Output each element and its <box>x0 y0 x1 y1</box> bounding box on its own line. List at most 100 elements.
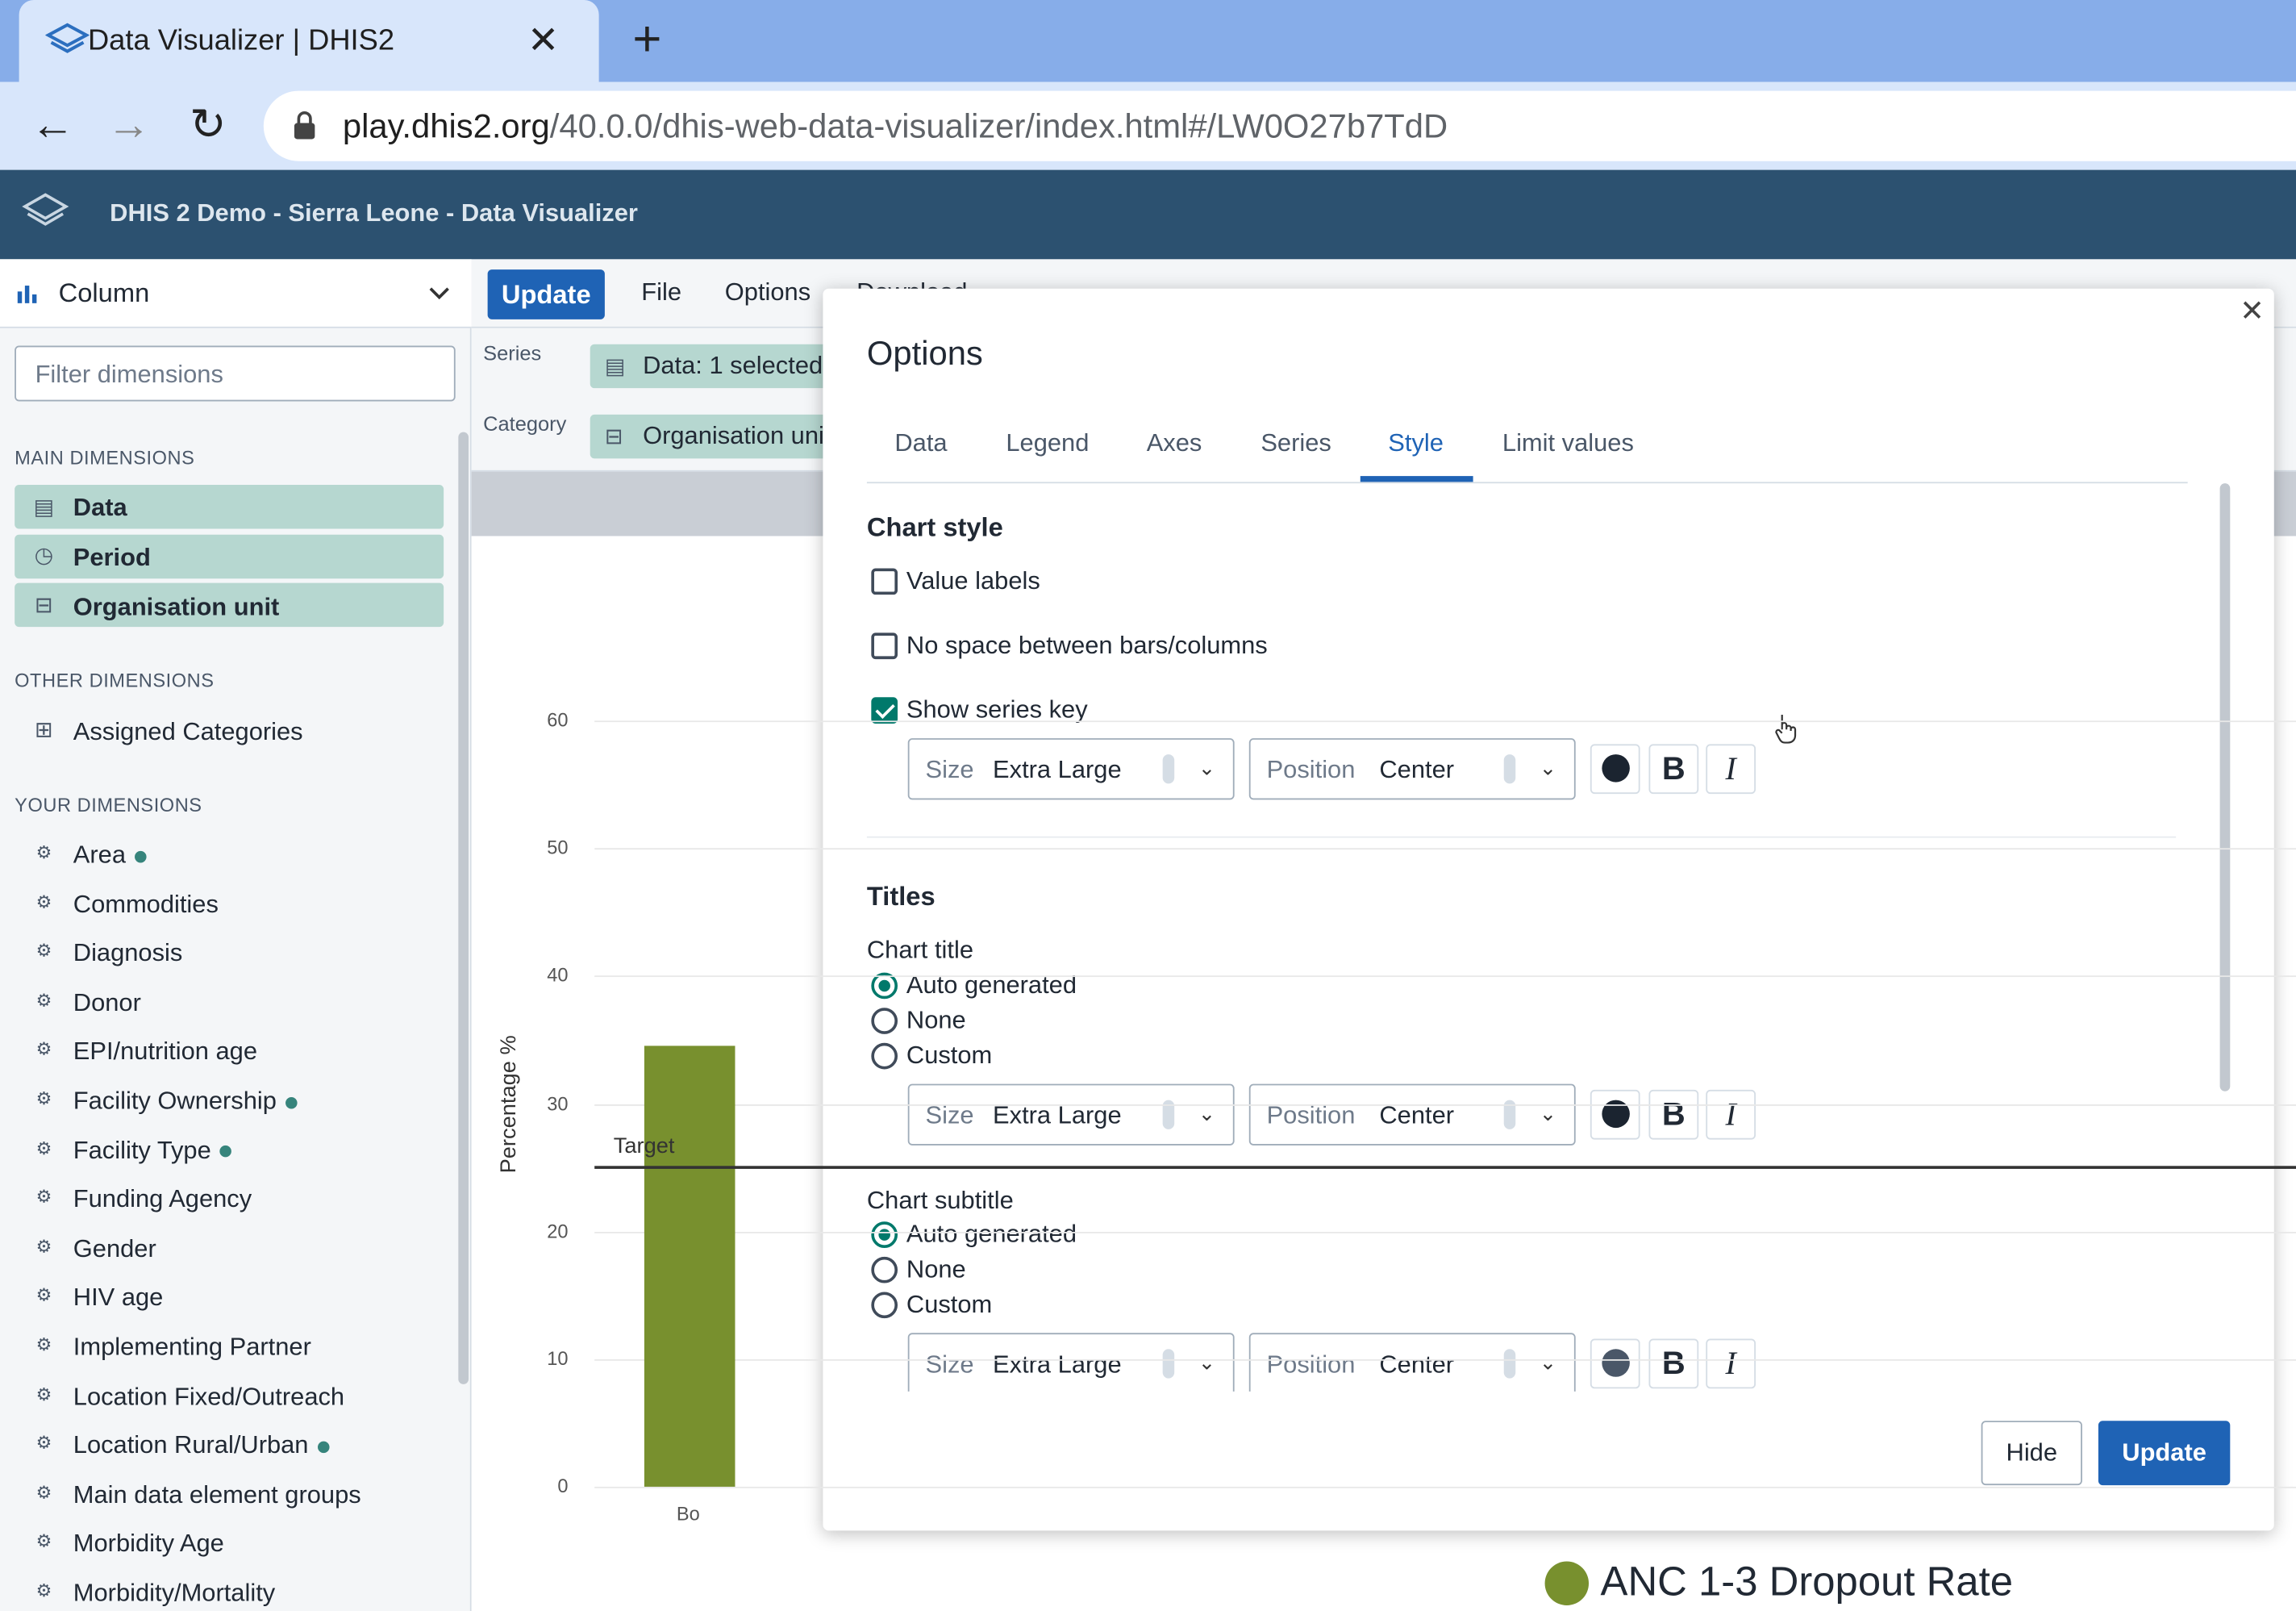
hide-button[interactable]: Hide <box>1981 1421 2082 1486</box>
chart-title-bold-button[interactable]: B <box>1648 1089 1699 1140</box>
file-menu[interactable]: File <box>641 278 681 307</box>
org-unit-chip-icon: ⊟ <box>604 424 623 450</box>
reload-icon[interactable]: ↻ <box>179 97 238 156</box>
active-indicator-dot <box>219 1146 232 1158</box>
chart-subtitle-position-select[interactable]: Position Center ⌄ <box>1248 1333 1576 1392</box>
chevron-down-icon: ⌄ <box>1198 755 1216 779</box>
browser-tab-title: Data Visualizer | DHIS2 <box>87 24 395 57</box>
chart-title-italic-button[interactable]: I <box>1706 1089 1756 1140</box>
options-menu[interactable]: Options <box>725 278 810 307</box>
size-label: Size <box>925 1101 974 1129</box>
tab-series[interactable]: Series <box>1261 429 1331 458</box>
chart-subtitle-custom-radio[interactable] <box>871 1292 898 1319</box>
chevron-down-icon: ⌄ <box>1198 1350 1216 1375</box>
chart-title-custom-radio[interactable] <box>871 1042 898 1070</box>
your-dimension-item[interactable]: Area <box>73 841 147 870</box>
modal-scrollbar[interactable] <box>2219 483 2231 1091</box>
your-dimension-item[interactable]: Commodities <box>73 890 219 919</box>
target-line-label: Target <box>613 1133 675 1159</box>
url-text[interactable]: play.dhis2.org/40.0.0/dhis-web-data-visu… <box>343 107 1448 147</box>
chart-title-custom-label[interactable]: Custom <box>906 1041 992 1071</box>
tab-close-icon[interactable]: ✕ <box>524 18 562 63</box>
new-tab-icon[interactable]: + <box>632 12 661 69</box>
your-dimension-item[interactable]: Diagnosis <box>73 939 183 968</box>
your-dimension-item[interactable]: Funding Agency <box>73 1185 252 1214</box>
position-label: Position <box>1266 755 1356 784</box>
value-labels-label[interactable]: Value labels <box>906 567 1040 596</box>
your-dimension-item[interactable]: Donor <box>73 988 141 1017</box>
forward-icon[interactable]: → <box>99 97 158 156</box>
chart-title-size-select[interactable]: Size Extra Large ⌄ <box>907 1083 1235 1146</box>
position-value: Center <box>1379 1350 1455 1379</box>
titles-heading: Titles <box>866 882 935 912</box>
chart-bar[interactable] <box>644 1045 735 1487</box>
back-icon[interactable]: ← <box>23 97 82 156</box>
chart-subtitle-none-radio[interactable] <box>871 1256 898 1283</box>
no-space-checkbox[interactable] <box>871 632 898 660</box>
chart-title-none-label[interactable]: None <box>906 1006 966 1035</box>
gridline <box>594 1104 2296 1105</box>
chart-subtitle-custom-label[interactable]: Custom <box>906 1291 992 1320</box>
chart-subtitle-size-select[interactable]: Size Extra Large ⌄ <box>907 1333 1235 1392</box>
chart-title-position-select[interactable]: Position Center ⌄ <box>1248 1083 1576 1146</box>
chart-title-color-button[interactable] <box>1590 1089 1640 1140</box>
no-space-label[interactable]: No space between bars/columns <box>906 632 1268 661</box>
position-label: Position <box>1266 1101 1356 1129</box>
sidebar-scrollbar[interactable] <box>458 432 469 1384</box>
chart-subtitle-bold-button[interactable]: B <box>1648 1338 1699 1389</box>
your-dimension-item[interactable]: Morbidity/Mortality <box>73 1579 275 1608</box>
dimension-assigned-categories[interactable]: Assigned Categories <box>73 718 303 747</box>
dimension-icon: ⚙ <box>35 1285 52 1306</box>
update-button-toolbar[interactable]: Update <box>487 269 605 319</box>
chevron-down-icon[interactable] <box>427 286 451 300</box>
your-dimension-item[interactable]: Morbidity Age <box>73 1530 224 1559</box>
close-icon[interactable]: ✕ <box>2237 293 2266 329</box>
series-key-size-select[interactable]: Size Extra Large ⌄ <box>907 738 1235 800</box>
tab-data[interactable]: Data <box>894 429 947 458</box>
update-button[interactable]: Update <box>2098 1421 2231 1486</box>
chart-subtitle-italic-button[interactable]: I <box>1706 1338 1756 1389</box>
your-dimension-item[interactable]: Facility Ownership <box>73 1087 298 1116</box>
your-dimension-item[interactable]: Implementing Partner <box>73 1333 311 1362</box>
your-dimension-item[interactable]: Location Rural/Urban <box>73 1431 329 1460</box>
show-series-key-checkbox[interactable] <box>871 697 898 724</box>
your-dimension-item[interactable]: EPI/nutrition age <box>73 1037 257 1066</box>
chart-title-label: Chart title <box>866 936 973 964</box>
active-tab-indicator <box>1360 476 1473 482</box>
color-swatch-icon <box>1601 754 1629 783</box>
series-key-color-button[interactable] <box>1590 744 1640 795</box>
series-key-bold-button[interactable]: B <box>1648 744 1699 795</box>
dhis2-home-icon[interactable] <box>20 190 70 237</box>
your-dimension-item[interactable]: Facility Type <box>73 1136 232 1165</box>
url-host: play.dhis2.org <box>342 106 550 145</box>
legend-label[interactable]: ANC 1-3 Dropout Rate <box>1601 1559 2013 1605</box>
gridline <box>594 1231 2296 1233</box>
visualization-type-label: Column <box>58 278 150 308</box>
gridline <box>594 975 2296 978</box>
color-swatch-icon <box>1601 1349 1629 1378</box>
category-axis-label: Category <box>483 411 567 436</box>
tab-style[interactable]: Style <box>1388 429 1444 458</box>
size-label: Size <box>925 1350 974 1379</box>
dimension-icon: ⚙ <box>35 891 52 912</box>
your-dimension-item[interactable]: Location Fixed/Outreach <box>73 1382 344 1411</box>
chart-subtitle-auto-label[interactable]: Auto generated <box>906 1220 1077 1249</box>
tab-axes[interactable]: Axes <box>1147 429 1202 458</box>
y-axis-title: Percentage % <box>496 1035 522 1174</box>
your-dimension-item[interactable]: HIV age <box>73 1283 164 1313</box>
lock-icon[interactable] <box>291 110 318 142</box>
your-dimension-item[interactable]: Gender <box>73 1234 156 1263</box>
value-labels-checkbox[interactable] <box>871 568 898 595</box>
chart-subtitle-color-button[interactable] <box>1590 1338 1640 1389</box>
series-key-position-select[interactable]: Position Center ⌄ <box>1248 738 1576 800</box>
chart-subtitle-auto-radio[interactable] <box>871 1221 898 1248</box>
tab-legend[interactable]: Legend <box>1006 429 1089 458</box>
dimension-icon: ⚙ <box>35 1482 52 1503</box>
position-value: Center <box>1379 1101 1455 1129</box>
chart-title-none-radio[interactable] <box>871 1008 898 1034</box>
chart-subtitle-none-label[interactable]: None <box>906 1255 966 1284</box>
y-tick-label: 10 <box>547 1347 569 1370</box>
series-key-italic-button[interactable]: I <box>1706 744 1756 795</box>
your-dimension-item[interactable]: Main data element groups <box>73 1480 361 1509</box>
tab-limit-values[interactable]: Limit values <box>1502 429 1634 458</box>
